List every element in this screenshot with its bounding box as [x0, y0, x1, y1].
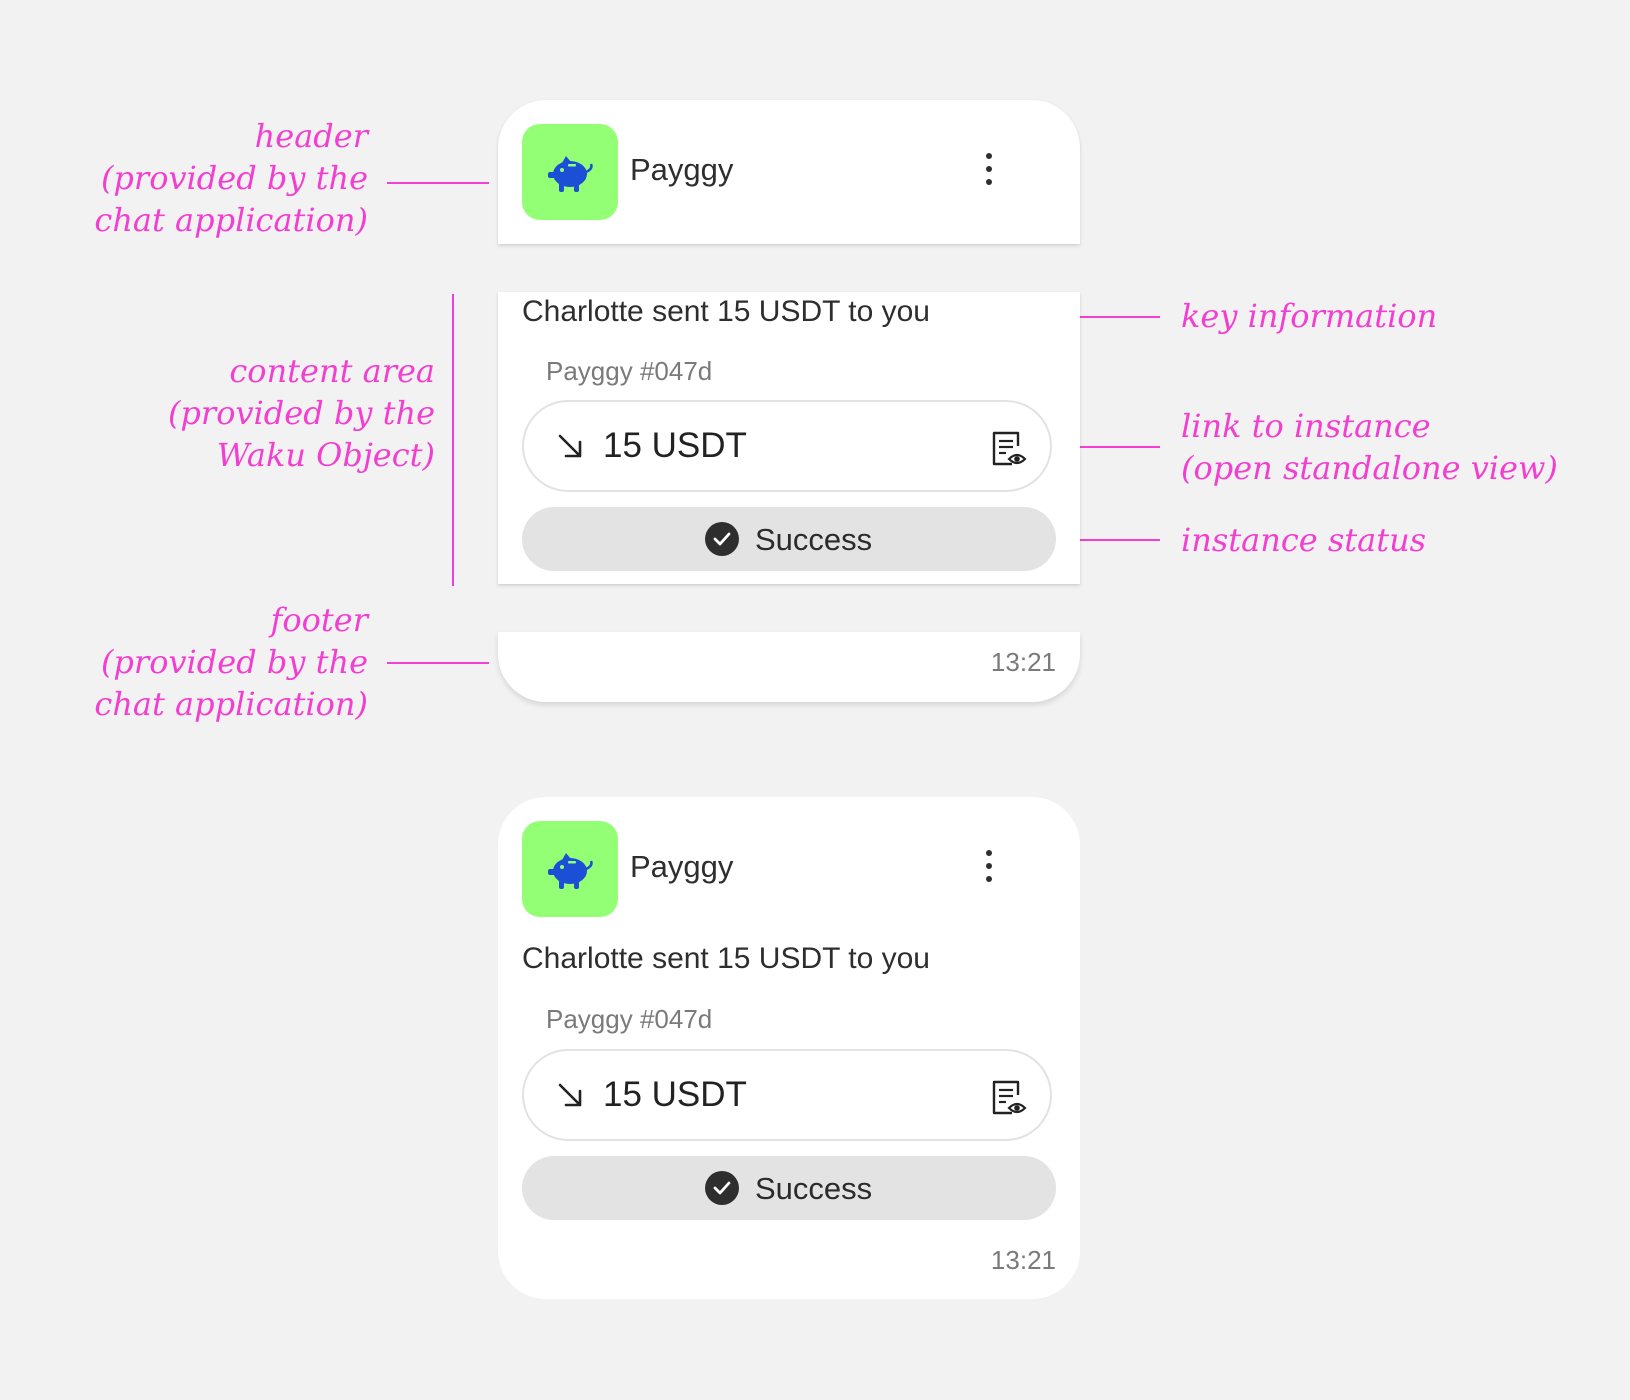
footer-annotation: footer (provided by the chat application…: [94, 599, 368, 725]
key-information-annotation: key information: [1181, 295, 1437, 337]
key-information-text: Charlotte sent 15 USDT to you: [522, 942, 930, 975]
document-view-icon: [992, 431, 1027, 466]
header-annotation-line-2: (provided by the: [100, 159, 368, 197]
timestamp: 13:21: [990, 647, 1056, 677]
footer-annotation-line-3: chat application): [94, 685, 368, 723]
piggy-bank-icon: [548, 156, 593, 192]
key-information-annotation-text: key information: [1181, 297, 1438, 335]
content-bracket-line: [452, 294, 454, 586]
more-vertical-icon[interactable]: [984, 850, 994, 890]
arrow-down-right-icon: [558, 434, 582, 458]
check-circle-icon: [705, 522, 739, 556]
footer-annotation-line-2: (provided by the: [100, 643, 368, 681]
app-icon[interactable]: [522, 821, 618, 917]
more-vertical-icon[interactable]: [984, 153, 994, 193]
assembled-card: Payggy Charlotte sent 15 USDT to you Pay…: [498, 797, 1080, 1299]
exploded-footer-panel: 13:21: [498, 632, 1080, 702]
app-name: Payggy: [630, 849, 734, 884]
timestamp: 13:21: [990, 1245, 1056, 1275]
header-annotation-line-3: chat application): [94, 201, 368, 239]
check-circle-icon: [705, 1171, 739, 1205]
app-name: Payggy: [630, 152, 734, 187]
instance-link-button[interactable]: 15 USDT: [522, 1049, 1052, 1141]
status-label: Success: [755, 522, 873, 557]
link-annotation-line-2: (open standalone view): [1181, 449, 1558, 487]
header-leader-line: [387, 182, 489, 184]
header-annotation-line-1: header: [254, 117, 368, 155]
exploded-content-panel: Charlotte sent 15 USDT to you Payggy #04…: [498, 292, 1080, 584]
header-annotation: header (provided by the chat application…: [94, 115, 368, 241]
link-annotation: link to instance (open standalone view): [1181, 405, 1558, 489]
exploded-header-panel: Payggy: [498, 100, 1080, 244]
arrow-down-right-icon: [558, 1083, 582, 1107]
content-annotation-line-2: (provided by the: [167, 394, 435, 432]
instance-status-badge: Success: [522, 1156, 1056, 1220]
status-annotation-text: instance status: [1181, 521, 1427, 559]
key-information-text: Charlotte sent 15 USDT to you: [522, 295, 930, 328]
status-label: Success: [755, 1171, 873, 1206]
footer-leader-line: [387, 662, 489, 664]
content-annotation: content area (provided by the Waku Objec…: [168, 350, 435, 476]
amount-text: 15 USDT: [603, 426, 747, 465]
piggy-bank-icon: [548, 853, 593, 889]
content-annotation-line-3: Waku Object): [216, 436, 435, 474]
instance-name: Payggy #047d: [546, 356, 713, 386]
instance-name: Payggy #047d: [546, 1004, 713, 1034]
app-icon[interactable]: [522, 124, 618, 220]
document-view-icon: [992, 1080, 1027, 1115]
instance-link-button[interactable]: 15 USDT: [522, 400, 1052, 492]
status-annotation: instance status: [1181, 519, 1426, 561]
amount-text: 15 USDT: [603, 1075, 747, 1114]
content-annotation-line-1: content area: [229, 352, 435, 390]
instance-status-badge: Success: [522, 507, 1056, 571]
footer-annotation-line-1: footer: [270, 601, 368, 639]
link-annotation-line-1: link to instance: [1181, 407, 1431, 445]
